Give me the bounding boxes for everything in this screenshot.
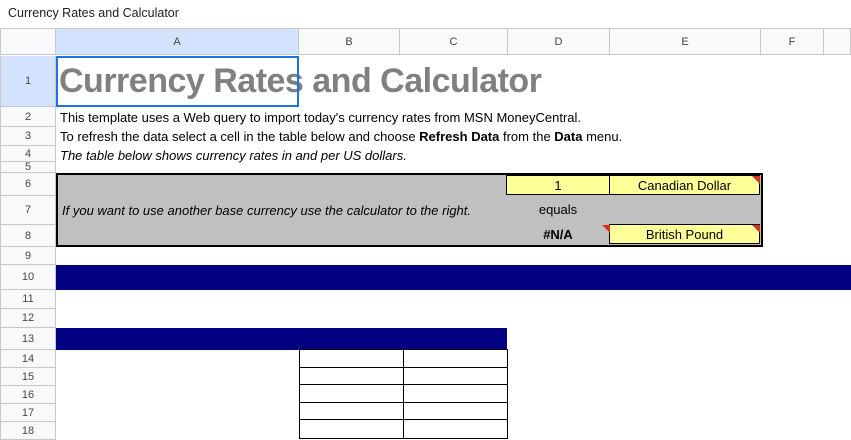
cell-from-currency[interactable]: Canadian Dollar: [609, 175, 760, 195]
intro-line2-text1: To refresh the data select a cell in the…: [60, 129, 419, 144]
row-header-12[interactable]: 12: [0, 309, 56, 328]
rates-table-cell[interactable]: [404, 368, 508, 386]
cell-intro-line2[interactable]: To refresh the data select a cell in the…: [60, 127, 622, 146]
intro-line2-text3: menu.: [582, 129, 622, 144]
row-header-10[interactable]: 10: [0, 265, 56, 290]
spreadsheet-app: Currency Rates and Calculator ABCDEF 123…: [0, 0, 851, 440]
row-header-8[interactable]: 8: [0, 225, 56, 247]
row-header-14[interactable]: 14: [0, 350, 56, 368]
rates-table-cell[interactable]: [300, 350, 404, 368]
comment-flag-icon: [602, 225, 610, 233]
column-header-C[interactable]: C: [400, 28, 508, 55]
document-title: Currency Rates and Calculator: [8, 6, 179, 20]
comment-flag-icon: [752, 225, 760, 233]
rates-table: [299, 349, 508, 439]
row-header-16[interactable]: 16: [0, 386, 56, 404]
column-header-F[interactable]: F: [761, 28, 824, 55]
cell-equals-label[interactable]: equals: [506, 196, 610, 222]
row-header-18[interactable]: 18: [0, 422, 56, 440]
row-header-11[interactable]: 11: [0, 290, 56, 309]
column-header-A[interactable]: A: [56, 28, 299, 55]
rates-table-cell[interactable]: [300, 420, 404, 438]
row-header-9[interactable]: 9: [0, 247, 56, 265]
select-all-corner[interactable]: [0, 28, 56, 55]
cell-intro-line1[interactable]: This template uses a Web query to import…: [60, 108, 581, 127]
intro-line2-bold1: Refresh Data: [419, 129, 499, 144]
column-header-partial[interactable]: [824, 28, 851, 55]
row-header-13[interactable]: 13: [0, 328, 56, 350]
column-header-B[interactable]: B: [299, 28, 400, 55]
row-header-2[interactable]: 2: [0, 107, 56, 127]
rates-table-cell[interactable]: [300, 403, 404, 421]
column-header-D[interactable]: D: [508, 28, 610, 55]
row-header-4[interactable]: 4: [0, 146, 56, 162]
intro-line2-text2: from the: [499, 129, 554, 144]
row-header-5[interactable]: 5: [0, 162, 56, 173]
intro-line2-bold2: Data: [554, 129, 582, 144]
cell-result-value[interactable]: #N/A: [506, 224, 610, 244]
rates-table-cell[interactable]: [404, 403, 508, 421]
rates-table-cell[interactable]: [404, 350, 508, 368]
cell-sheet-title[interactable]: Currency Rates and Calculator: [59, 62, 541, 101]
cell-amount[interactable]: 1: [506, 175, 610, 195]
cell-intro-line3[interactable]: The table below shows currency rates in …: [60, 146, 407, 165]
calculator-note[interactable]: If you want to use another base currency…: [62, 203, 471, 218]
column-header-E[interactable]: E: [610, 28, 761, 55]
rates-table-cell[interactable]: [300, 385, 404, 403]
row-header-6[interactable]: 6: [0, 173, 56, 196]
titlebar: Currency Rates and Calculator: [0, 0, 851, 28]
rates-table-cell[interactable]: [404, 420, 508, 438]
row-header-1[interactable]: 1: [0, 56, 56, 107]
comment-flag-icon: [752, 176, 760, 184]
rates-table-cell[interactable]: [300, 368, 404, 386]
row-header-17[interactable]: 17: [0, 404, 56, 422]
row-header-3[interactable]: 3: [0, 127, 56, 146]
row-header-15[interactable]: 15: [0, 368, 56, 386]
rates-table-cell[interactable]: [404, 385, 508, 403]
navy-band-row10[interactable]: [56, 265, 851, 290]
cell-to-currency[interactable]: British Pound: [609, 224, 760, 244]
row-header-7[interactable]: 7: [0, 196, 56, 225]
navy-band-row13[interactable]: [56, 328, 507, 350]
